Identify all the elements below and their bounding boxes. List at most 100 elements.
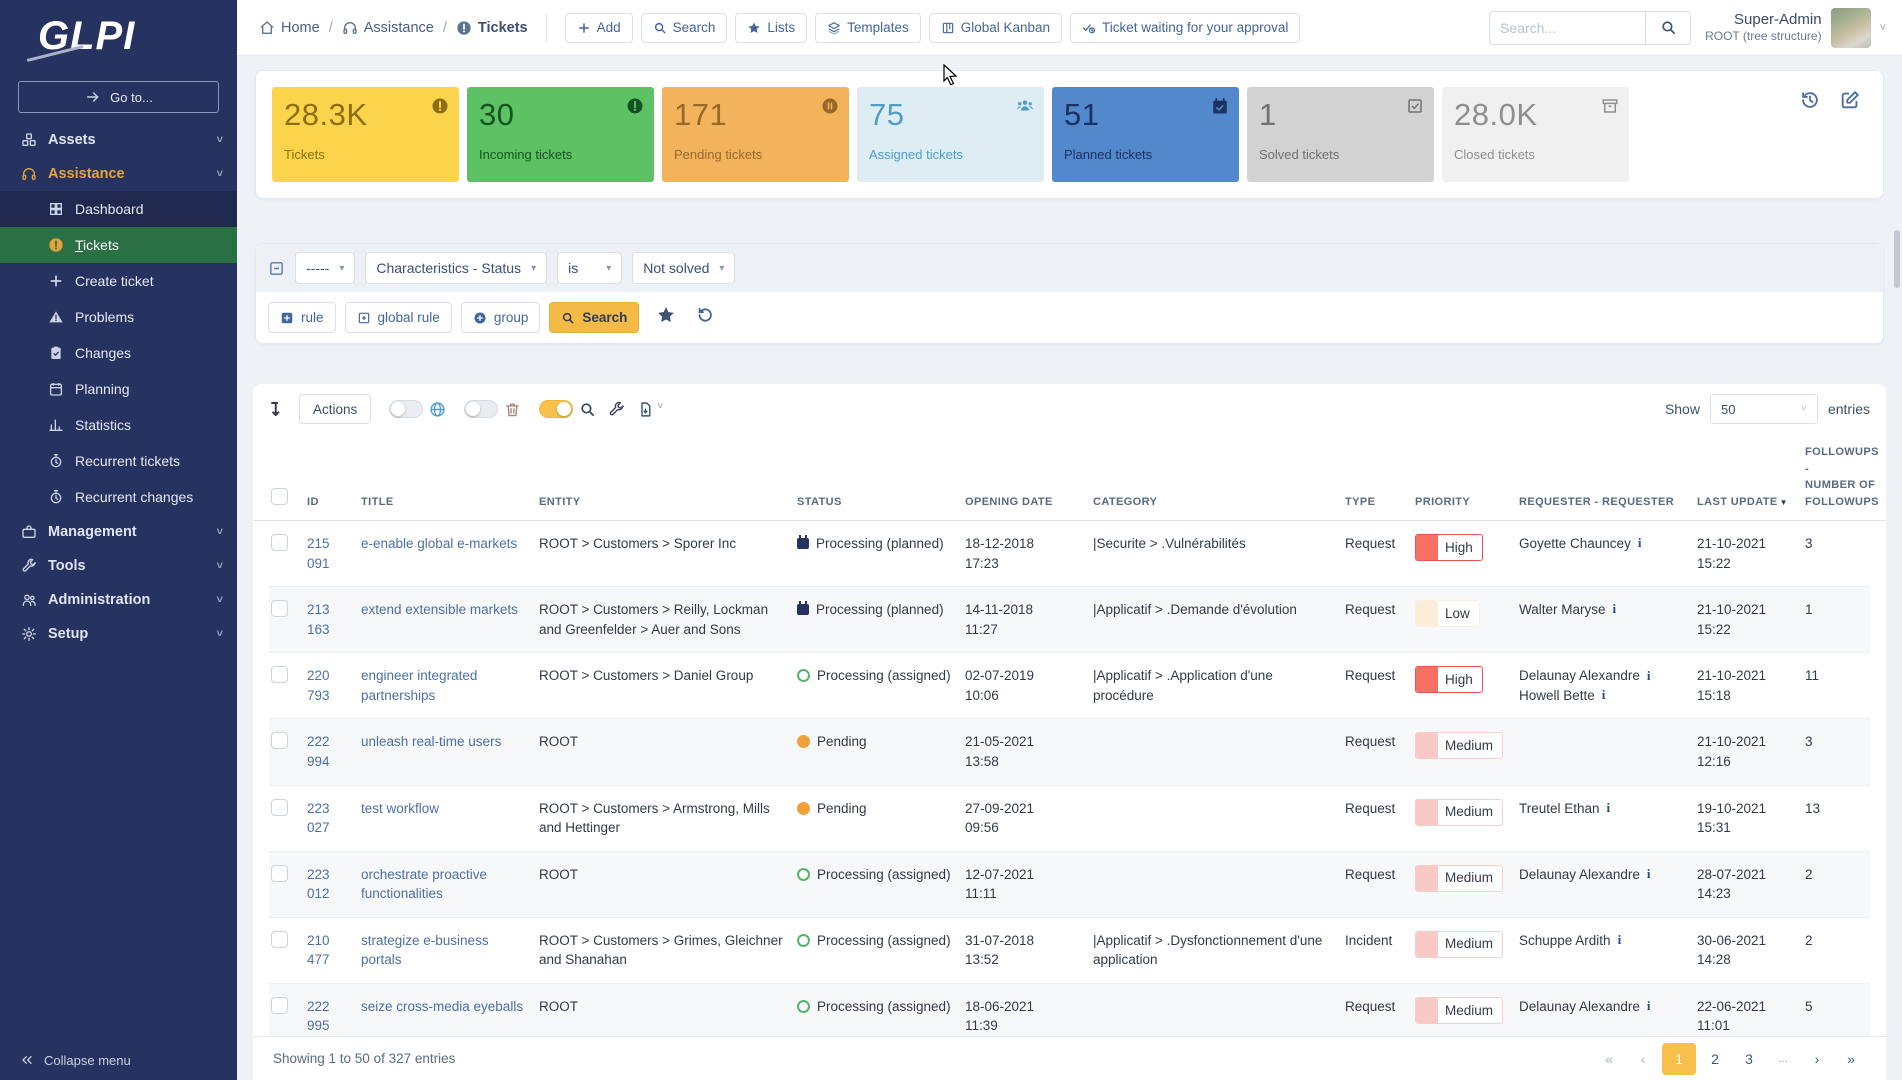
avatar[interactable] [1831,8,1871,48]
row-checkbox[interactable] [271,865,288,882]
select-all-checkbox[interactable] [271,488,288,505]
row-checkbox[interactable] [271,931,288,948]
stat-card-tickets[interactable]: 28.3K Tickets [272,87,459,182]
map-toggle[interactable] [389,400,423,418]
add-group-button[interactable]: group [461,302,541,333]
sidebar-item-create-ticket[interactable]: Create ticket [0,263,237,299]
ticket-approval-button[interactable]: Ticket waiting for your approval [1070,13,1300,43]
col-followups[interactable]: FOLLOWUPS -NUMBER OFFOLLOWUPS [1803,438,1886,520]
col-priority[interactable]: PRIORITY [1413,488,1517,521]
row-checkbox[interactable] [271,666,288,683]
row-checkbox[interactable] [271,732,288,749]
minus-square-icon[interactable] [268,260,285,277]
sidebar-item-setup[interactable]: Setup ˅ [0,617,237,651]
ticket-id-link[interactable]: 215091 [307,534,351,573]
ticket-title-link[interactable]: orchestrate proactive functionalities [361,867,487,902]
lists-button[interactable]: Lists [735,13,807,43]
page-3-button[interactable]: 3 [1734,1043,1764,1075]
ticket-title-link[interactable]: extend extensible markets [361,602,518,617]
ticket-id-link[interactable]: 223012 [307,865,351,904]
sidebar-item-assistance[interactable]: Assistance ˅ [0,157,237,191]
info-icon[interactable]: i [1638,534,1642,553]
criteria-search-button[interactable]: Search [549,302,639,333]
goto-button[interactable]: Go to... [18,81,219,113]
sidebar-item-administration[interactable]: Administration ˅ [0,583,237,617]
scrollbar-thumb[interactable] [1894,230,1900,288]
breadcrumb-home[interactable]: Home [259,20,320,36]
col-opening-date[interactable]: OPENING DATE [963,488,1091,521]
criteria-operator-select[interactable]: is▾ [557,252,622,284]
sort-icon[interactable] [269,400,287,418]
edit-icon[interactable] [1839,89,1861,111]
reset-icon[interactable] [695,305,715,330]
col-title[interactable]: TITLE [359,488,537,521]
sidebar-item-recurrent-changes[interactable]: Recurrent changes [0,479,237,515]
col-entity[interactable]: ENTITY [537,488,795,521]
ticket-id-link[interactable]: 223027 [307,799,351,838]
info-icon[interactable]: i [1607,799,1611,818]
user-menu[interactable]: Super-Admin ROOT (tree structure) ˅ [1705,8,1886,48]
row-checkbox[interactable] [271,799,288,816]
table-row[interactable]: 222994 unleash real-time users ROOT Pend… [269,719,1870,785]
sidebar-item-dashboard[interactable]: Dashboard [0,191,237,227]
history-icon[interactable] [1799,89,1821,111]
table-row[interactable]: 223012 orchestrate proactive functionali… [269,852,1870,918]
last-page-button[interactable]: » [1836,1043,1866,1075]
page-size-select[interactable]: 50˅ [1710,394,1818,424]
stat-card-closed[interactable]: 28.0K Closed tickets [1442,87,1629,182]
col-type[interactable]: TYPE [1343,488,1413,521]
row-checkbox[interactable] [271,997,288,1014]
stat-card-incoming[interactable]: 30 Incoming tickets [467,87,654,182]
stat-card-planned[interactable]: 51 Planned tickets [1052,87,1239,182]
sidebar-item-tools[interactable]: Tools ˅ [0,549,237,583]
ticket-title-link[interactable]: e-enable global e-markets [361,536,517,551]
add-button[interactable]: Add [565,13,633,43]
info-icon[interactable]: i [1647,997,1651,1016]
table-row[interactable]: 220793 engineer integrated partnerships … [269,653,1870,719]
col-status[interactable]: STATUS [795,488,963,521]
sidebar-item-recurrent-tickets[interactable]: Recurrent tickets [0,443,237,479]
info-icon[interactable]: i [1647,865,1651,884]
sidebar-item-planning[interactable]: Planning [0,371,237,407]
col-last-update[interactable]: LAST UPDATE▼ [1695,488,1803,521]
prev-page-button[interactable]: ‹ [1628,1043,1658,1075]
sidebar-item-statistics[interactable]: Statistics [0,407,237,443]
wrench-icon[interactable] [608,401,625,418]
table-row[interactable]: 210477 strategize e-business portals ROO… [269,918,1870,984]
info-icon[interactable]: i [1647,667,1651,686]
next-page-button[interactable]: › [1802,1043,1832,1075]
table-row[interactable]: 215091 e-enable global e-markets ROOT > … [269,521,1870,587]
col-category[interactable]: CATEGORY [1091,488,1343,521]
ticket-title-link[interactable]: unleash real-time users [361,734,501,749]
collapse-menu-button[interactable]: Collapse menu [0,1040,237,1080]
criteria-field-select[interactable]: Characteristics - Status▾ [365,252,547,284]
stat-card-assigned[interactable]: 75 Assigned tickets [857,87,1044,182]
criteria-value-select[interactable]: Not solved▾ [632,252,735,284]
first-page-button[interactable]: « [1594,1043,1624,1075]
ticket-title-link[interactable]: seize cross-media eyeballs [361,999,523,1014]
add-global-rule-button[interactable]: global rule [345,302,452,333]
table-row[interactable]: 223027 test workflow ROOT > Customers > … [269,786,1870,852]
col-requester[interactable]: REQUESTER - REQUESTER [1517,488,1695,521]
breadcrumb-assistance[interactable]: Assistance [342,20,434,36]
filter-toggle[interactable] [539,400,573,418]
ticket-id-link[interactable]: 210477 [307,931,351,970]
deleted-toggle[interactable] [464,400,498,418]
stat-card-solved[interactable]: 1 Solved tickets [1247,87,1434,182]
row-checkbox[interactable] [271,534,288,551]
ticket-id-link[interactable]: 222995 [307,997,351,1036]
ticket-title-link[interactable]: strategize e-business portals [361,933,489,968]
stat-card-pending[interactable]: 171 Pending tickets [662,87,849,182]
info-icon[interactable]: i [1618,931,1622,950]
global-search-submit[interactable] [1645,11,1691,45]
sidebar-item-assets[interactable]: Assets ˅ [0,123,237,157]
ticket-title-link[interactable]: engineer integrated partnerships [361,668,477,703]
breadcrumb-tickets[interactable]: Tickets [456,20,528,36]
page-2-button[interactable]: 2 [1700,1043,1730,1075]
info-icon[interactable]: i [1602,686,1606,705]
row-checkbox[interactable] [271,600,288,617]
ticket-id-link[interactable]: 222994 [307,732,351,771]
export-icon[interactable]: ˅ [637,401,663,418]
sidebar-item-changes[interactable]: Changes [0,335,237,371]
page-1-button[interactable]: 1 [1662,1043,1696,1075]
